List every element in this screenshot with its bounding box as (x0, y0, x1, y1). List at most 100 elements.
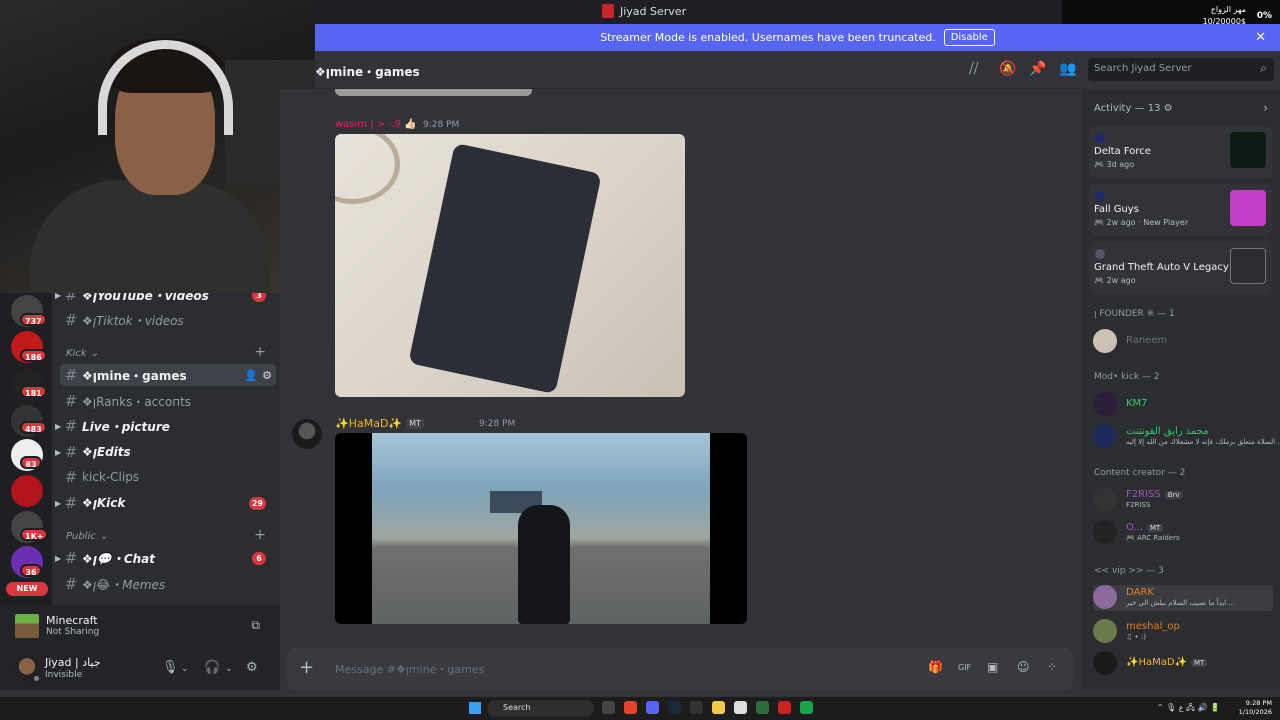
server-badge-2: 186 (20, 349, 47, 362)
threads-icon[interactable]: ⧸⧸ (969, 61, 979, 77)
folder-icon[interactable] (712, 701, 725, 714)
search-input[interactable]: Search Jiyad Server ⌕ (1088, 58, 1274, 81)
avatar (1093, 520, 1117, 544)
activity-meta: 🎮 2w ago (1094, 276, 1136, 285)
member-status: ♫ • :) (1126, 633, 1146, 641)
channel-tiktok-videos[interactable]: # ❖ꞁTiktok・videos (60, 309, 276, 331)
goal-percent: 0% (1256, 11, 1272, 21)
activity-header[interactable]: Activity — 13 ⚙ (1094, 103, 1173, 114)
disable-button[interactable]: Disable (943, 29, 995, 46)
member-status: F2RISS (1126, 501, 1151, 509)
activity-extra: New Player (1143, 218, 1189, 227)
pin-icon[interactable]: 📌 (1029, 61, 1046, 77)
xbox-icon[interactable] (800, 701, 813, 714)
emoji-icon[interactable]: ☺ (1017, 660, 1030, 674)
member-name: KM7 (1126, 398, 1148, 409)
mute-bell-icon[interactable]: 🔕 (999, 61, 1016, 77)
store-icon[interactable] (734, 701, 747, 714)
add-channel-icon[interactable]: + (254, 344, 266, 360)
close-icon[interactable]: ✕ (1255, 30, 1266, 45)
app-icon[interactable] (756, 701, 769, 714)
screen-share-icon[interactable]: ⧉ (251, 618, 260, 633)
members-icon[interactable]: 👥 (1059, 61, 1076, 77)
microphone-icon[interactable]: 🎙 (162, 660, 179, 675)
headphones-icon[interactable]: 🎧 (204, 660, 220, 675)
chevron-down-icon[interactable]: ⌄ (181, 664, 189, 674)
server-icon-6[interactable] (11, 475, 43, 507)
hash-icon: # (64, 494, 78, 512)
activity-card[interactable]: Delta Force 🎮 3d ago (1089, 126, 1272, 178)
task-view-icon[interactable] (602, 701, 615, 714)
channel-ranks-accounts[interactable]: # ❖ꞁRanks・accoпts (60, 390, 276, 412)
message-input[interactable]: Message #❖ꞁmine・games (335, 661, 484, 677)
hash-icon: # (64, 417, 78, 435)
apps-icon[interactable]: ⁘ (1047, 660, 1057, 674)
member-item[interactable]: KM7 (1093, 392, 1273, 418)
member-item[interactable]: ✨HaMaD✨ MT (1093, 651, 1273, 677)
message-author[interactable]: ✨HaMaD✨ MT (335, 417, 424, 430)
member-item[interactable]: F2RISS Brv F2RISS (1093, 487, 1273, 513)
avatar (1093, 651, 1117, 675)
app-icon[interactable] (690, 701, 703, 714)
add-channel-icon[interactable]: + (254, 527, 266, 543)
channel-chat[interactable]: ▶ # ❖ꞁ💬・Chat 6 (55, 547, 276, 569)
previous-attachment[interactable] (335, 89, 532, 96)
member-item[interactable]: DARK ابداً ما تصيب السلام ببلش الى خير .… (1093, 585, 1273, 611)
delta-force-logo (1230, 132, 1266, 168)
title-server-name: Jiyad Server (620, 4, 687, 18)
channel-edits[interactable]: ▶ # ❖ꞁEdits (55, 441, 276, 463)
message-timestamp: 9:28 PM (479, 419, 516, 429)
channel-mine-games[interactable]: # ❖ꞁmine・games 👤 ⚙ (60, 364, 276, 386)
hash-icon: # (64, 549, 78, 567)
chevron-down-icon[interactable]: ⌄ (225, 664, 233, 674)
channel-youtube-videos[interactable]: ▶ # ❖ꞁYouTube・videos 3 (55, 293, 276, 306)
member-item[interactable]: meshal_op ♫ • :) (1093, 619, 1273, 645)
chevron-right-icon[interactable]: › (1263, 101, 1268, 115)
video-character (518, 505, 570, 624)
avatar (1093, 619, 1117, 643)
category-kick[interactable]: Kick ⌄ (66, 348, 99, 359)
app-icon[interactable] (778, 701, 791, 714)
activity-panel: Minecraft Not Sharing ⧉ (0, 605, 280, 650)
add-attachment-icon[interactable]: + (299, 657, 314, 678)
activity-meta: 🎮 3d ago (1094, 160, 1135, 169)
activity-card[interactable]: Fall Guys 🎮 2w ago · New Player (1089, 184, 1272, 236)
avatar[interactable] (292, 419, 322, 449)
member-item[interactable]: O... MT 🎮 ARC Raiders (1093, 520, 1273, 546)
steam-icon[interactable] (668, 701, 681, 714)
member-item[interactable]: محمد رايق القونتنت الصلاة متعلق برملك، ف… (1093, 424, 1280, 450)
invite-icon[interactable]: 👤 (244, 369, 258, 382)
unread-caret-icon: ▶ (55, 553, 62, 563)
activity-card[interactable]: Grand Theft Auto V Legacy 🎮 2w ago (1089, 242, 1272, 294)
sticker-icon[interactable]: ▣ (987, 660, 998, 674)
goal-title: مهر الزواج (1210, 5, 1246, 14)
user-name[interactable]: Jiyad | جياد (45, 656, 101, 669)
member-name: Raneem (1126, 335, 1168, 346)
channel-memes[interactable]: # ❖ꞁ😂・Memes (60, 573, 276, 595)
message-author[interactable]: wasim | > ·.9 👍🏻 (335, 119, 417, 130)
discord-icon[interactable] (646, 701, 659, 714)
clock-date: 1/10/2026 (1238, 708, 1272, 716)
taskbar-search[interactable]: Search (487, 700, 594, 717)
title-server: Jiyad Server (602, 4, 686, 18)
system-tray[interactable]: ⌃ 🎙 ع 🖧 🔊 🔋 (1157, 702, 1220, 716)
gear-icon[interactable]: ⚙ (246, 660, 258, 675)
brave-icon[interactable] (624, 701, 637, 714)
message-composer[interactable]: + Message #❖ꞁmine・games 🎁 GIF ▣ ☺ ⁘ (287, 648, 1073, 690)
avatar (1095, 249, 1105, 259)
unread-caret-icon: ▶ (55, 447, 62, 457)
channel-live-picture[interactable]: ▶ # Live・picture (55, 415, 276, 437)
category-public[interactable]: Public ⌄ (66, 531, 108, 542)
gif-icon[interactable]: GIF (958, 663, 971, 672)
gear-icon[interactable]: ⚙ (262, 369, 272, 382)
video-attachment[interactable] (335, 433, 747, 624)
member-item[interactable]: Raneem (1093, 329, 1273, 355)
gift-icon[interactable]: 🎁 (928, 660, 943, 674)
taskbar-clock[interactable]: 9:28 PM 1/10/2026 (1239, 699, 1272, 717)
channel-kick-clips[interactable]: # kick-Clips (60, 466, 276, 488)
image-attachment[interactable] (335, 134, 685, 397)
role-header-vip: << vip >> — 3 (1094, 566, 1164, 576)
member-name: F2RISS Brv (1126, 489, 1183, 500)
channel-kick[interactable]: ▶ # ❖ꞁKick 29 (55, 492, 276, 514)
windows-start-icon[interactable] (469, 702, 481, 714)
